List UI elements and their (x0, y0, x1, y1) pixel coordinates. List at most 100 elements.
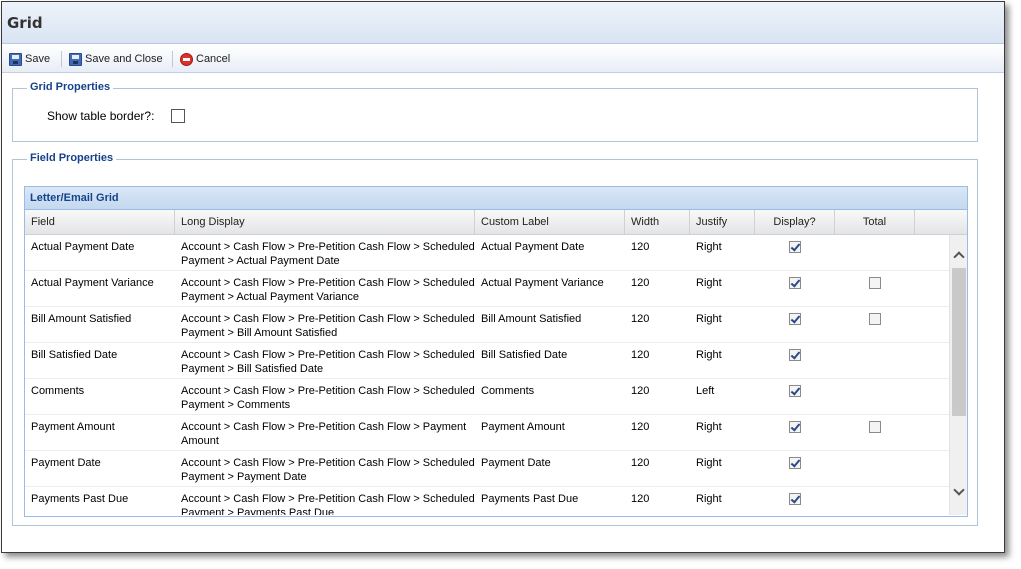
long-display-cell: Account > Cash Flow > Pre-Petition Cash … (181, 349, 475, 375)
table-row[interactable]: Payment Date Account > Cash Flow > Pre-Pe… (25, 451, 967, 487)
save-button[interactable]: Save (9, 51, 50, 67)
save-and-close-label: Save and Close (85, 53, 163, 65)
column-header-custom-label[interactable]: Custom Label (475, 210, 625, 235)
long-display-cell: Account > Cash Flow > Pre-Petition Cash … (181, 457, 475, 483)
display-checkbox[interactable] (789, 277, 801, 289)
column-header-long-display[interactable]: Long Display (175, 210, 475, 235)
grid-properties-legend: Grid Properties (27, 81, 114, 93)
table-row[interactable]: Actual Payment Date Account > Cash Flow >… (25, 235, 967, 271)
table-row[interactable]: Payments Past Due Account > Cash Flow > P… (25, 487, 967, 515)
scrollbar-thumb[interactable] (952, 268, 966, 416)
column-header-display[interactable]: Display? (755, 210, 835, 235)
custom-label-cell: Payments Past Due (481, 493, 579, 505)
save-icon (69, 52, 82, 66)
field-cell: Payment Date (31, 457, 101, 469)
justify-cell: Left (696, 385, 715, 397)
long-display-cell: Account > Cash Flow > Pre-Petition Cash … (181, 277, 475, 303)
cancel-icon (180, 52, 193, 66)
justify-cell: Right (696, 493, 722, 505)
grid-header-row: Field Long Display Custom Label Width Ju… (25, 210, 967, 235)
display-checkbox[interactable] (789, 421, 801, 433)
long-display-cell: Account > Cash Flow > Pre-Petition Cash … (181, 421, 467, 447)
display-cell (755, 487, 835, 515)
display-cell (755, 343, 835, 378)
display-cell (755, 235, 835, 270)
cancel-button[interactable]: Cancel (180, 51, 230, 67)
long-display-cell: Account > Cash Flow > Pre-Petition Cash … (181, 241, 475, 267)
show-table-border-checkbox[interactable] (171, 109, 185, 123)
total-checkbox[interactable] (869, 313, 881, 325)
total-cell (835, 235, 915, 270)
save-label: Save (25, 53, 51, 65)
total-cell (835, 451, 915, 486)
justify-cell: Right (696, 421, 722, 433)
justify-cell: Right (696, 349, 722, 361)
custom-label-cell: Payment Date (481, 457, 551, 469)
width-cell: 120 (631, 349, 650, 361)
display-checkbox[interactable] (789, 313, 801, 325)
display-checkbox[interactable] (789, 493, 801, 505)
display-cell (755, 271, 835, 306)
toolbar-separator (61, 51, 62, 67)
grid-rows: Actual Payment Date Account > Cash Flow >… (25, 235, 967, 515)
field-cell: Payment Amount (31, 421, 115, 433)
column-header-field[interactable]: Field (25, 210, 175, 235)
table-row[interactable]: Actual Payment Variance Account > Cash Fl… (25, 271, 967, 307)
width-cell: 120 (631, 457, 650, 469)
display-checkbox[interactable] (789, 457, 801, 469)
scroll-up-arrow[interactable] (950, 246, 967, 264)
custom-label-cell: Bill Amount Satisfied (481, 313, 582, 325)
total-checkbox[interactable] (869, 421, 881, 433)
total-cell (835, 487, 915, 515)
column-header-total[interactable]: Total (835, 210, 915, 235)
column-header-width[interactable]: Width (625, 210, 690, 235)
table-row[interactable]: Bill Amount Satisfied Account > Cash Flow… (25, 307, 967, 343)
show-table-border-label: Show table border?: (47, 109, 155, 123)
custom-label-cell: Payment Amount (481, 421, 565, 433)
total-cell (835, 415, 915, 450)
width-cell: 120 (631, 313, 650, 325)
toolbar-separator (172, 51, 173, 67)
custom-label-cell: Actual Payment Date (481, 241, 585, 253)
justify-cell: Right (696, 457, 722, 469)
save-icon (9, 52, 22, 66)
display-checkbox[interactable] (789, 241, 801, 253)
table-row[interactable]: Comments Account > Cash Flow > Pre-Petiti… (25, 379, 967, 415)
width-cell: 120 (631, 277, 650, 289)
grid-properties-group: Grid Properties Show table border?: (12, 81, 978, 142)
custom-label-cell: Bill Satisfied Date (481, 349, 568, 361)
long-display-cell: Account > Cash Flow > Pre-Petition Cash … (181, 313, 475, 339)
cancel-label: Cancel (196, 53, 231, 65)
total-cell (835, 307, 915, 342)
width-cell: 120 (631, 493, 650, 505)
column-header-justify[interactable]: Justify (690, 210, 755, 235)
vertical-scrollbar[interactable] (949, 235, 967, 515)
title-bar: Grid (2, 2, 1004, 44)
table-row[interactable]: Payment Amount Account > Cash Flow > Pre-… (25, 415, 967, 451)
custom-label-cell: Actual Payment Variance (481, 277, 604, 289)
scroll-down-arrow[interactable] (950, 483, 967, 501)
chevron-down-icon (953, 484, 965, 496)
field-cell: Actual Payment Date (31, 241, 135, 253)
long-display-cell: Account > Cash Flow > Pre-Petition Cash … (181, 385, 475, 411)
field-cell: Bill Amount Satisfied (31, 313, 132, 325)
width-cell: 120 (631, 385, 650, 397)
grid-dialog: Grid Save Save and Close Cancel Grid Pro… (1, 1, 1005, 553)
display-checkbox[interactable] (789, 385, 801, 397)
toolbar: Save Save and Close Cancel (2, 45, 1004, 73)
field-cell: Actual Payment Variance (31, 277, 154, 289)
field-properties-legend: Field Properties (27, 152, 117, 164)
save-and-close-button[interactable]: Save and Close (69, 51, 163, 67)
grid-title: Letter/Email Grid (25, 187, 967, 210)
long-display-cell: Account > Cash Flow > Pre-Petition Cash … (181, 493, 475, 515)
field-cell: Bill Satisfied Date (31, 349, 118, 361)
display-cell (755, 379, 835, 414)
total-cell (835, 271, 915, 306)
display-checkbox[interactable] (789, 349, 801, 361)
total-cell (835, 379, 915, 414)
total-checkbox[interactable] (869, 277, 881, 289)
total-cell (835, 343, 915, 378)
field-cell: Payments Past Due (31, 493, 129, 505)
display-cell (755, 307, 835, 342)
table-row[interactable]: Bill Satisfied Date Account > Cash Flow >… (25, 343, 967, 379)
